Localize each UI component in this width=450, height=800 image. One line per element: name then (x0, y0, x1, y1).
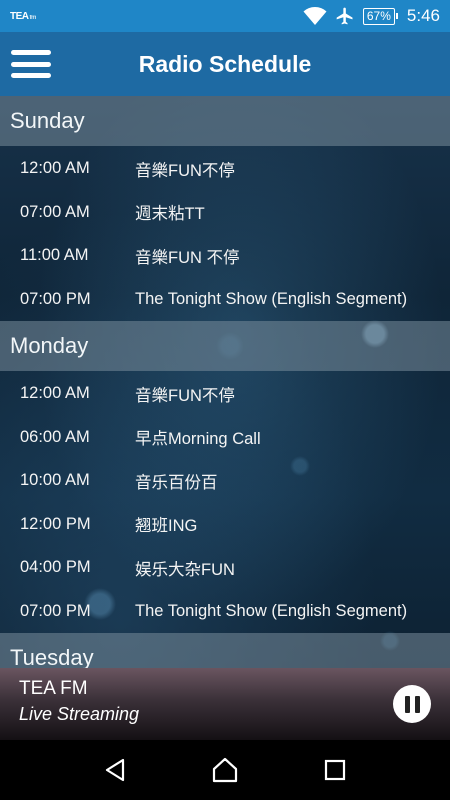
show-name: 音乐百份百 (135, 473, 218, 492)
wifi-icon (303, 6, 327, 26)
recents-button[interactable] (310, 745, 360, 795)
show-name: 週末粘TT (135, 205, 205, 224)
show-name: The Tonight Show (English Segment) (135, 289, 408, 308)
status-bar: TEAfm 67% 5:46 (0, 0, 450, 32)
show-time: 04:00 PM (20, 558, 91, 577)
schedule-list[interactable]: Sunday 12:00 AM 音樂FUN不停 07:00 AM 週末粘TT 1… (0, 96, 450, 668)
app-bar: Radio Schedule (0, 32, 450, 96)
show-row[interactable]: 07:00 PM The Tonight Show (English Segme… (0, 278, 450, 322)
show-name: 音樂FUN 不停 (135, 248, 240, 267)
show-name: 音樂FUN不停 (135, 161, 235, 180)
show-row[interactable]: 07:00 PM The Tonight Show (English Segme… (0, 590, 450, 634)
day-header: Tuesday (0, 633, 450, 668)
show-time: 12:00 AM (20, 384, 90, 403)
show-time: 07:00 AM (20, 202, 90, 221)
show-time: 12:00 PM (20, 514, 91, 533)
show-row[interactable]: 04:00 PM 娱乐大杂FUN (0, 546, 450, 590)
show-name: 翘班ING (135, 517, 198, 536)
app-notification-icon: TEAfm (10, 11, 36, 22)
status-icons: 67% 5:46 (303, 6, 440, 26)
back-triangle-icon (105, 758, 125, 782)
show-time: 11:00 AM (20, 246, 89, 265)
show-time: 06:00 AM (20, 427, 90, 446)
stream-status: Live Streaming (19, 704, 140, 724)
show-row[interactable]: 07:00 AM 週末粘TT (0, 191, 450, 235)
menu-button[interactable] (0, 32, 62, 96)
pause-icon (404, 695, 410, 713)
show-name: The Tonight Show (English Segment) (135, 601, 408, 620)
pause-button[interactable] (393, 685, 431, 723)
home-icon (212, 757, 238, 783)
show-row[interactable]: 12:00 AM 音樂FUN不停 (0, 147, 450, 191)
show-row[interactable]: 12:00 PM 翘班ING (0, 503, 450, 547)
hamburger-menu-icon (11, 50, 51, 78)
show-time: 07:00 PM (20, 289, 91, 308)
station-name: TEA FM (19, 678, 88, 699)
show-name: 音樂FUN不停 (135, 386, 235, 405)
page-title: Radio Schedule (138, 50, 312, 77)
recents-square-icon (324, 759, 346, 781)
day-header: Sunday (0, 96, 450, 146)
show-name: 娱乐大杂FUN (135, 560, 235, 579)
now-playing-bar[interactable]: TEA FM Live Streaming (0, 668, 450, 740)
battery-indicator: 67% (362, 7, 398, 25)
day-header: Monday (0, 321, 450, 371)
show-time: 10:00 AM (20, 471, 90, 490)
airplane-mode-icon (335, 6, 355, 26)
show-row[interactable]: 10:00 AM 音乐百份百 (0, 459, 450, 503)
home-button[interactable] (200, 745, 250, 795)
system-nav-bar (0, 740, 450, 800)
status-time: 5:46 (406, 6, 440, 25)
back-button[interactable] (90, 745, 140, 795)
day-section-sunday: Sunday 12:00 AM 音樂FUN不停 07:00 AM 週末粘TT 1… (0, 96, 450, 321)
day-section-tuesday: Tuesday (0, 633, 450, 668)
show-row[interactable]: 12:00 AM 音樂FUN不停 (0, 372, 450, 416)
app-notification-label: TEA (10, 10, 29, 22)
show-row[interactable]: 11:00 AM 音樂FUN 不停 (0, 234, 450, 278)
show-name: 早点Morning Call (135, 430, 261, 449)
show-time: 12:00 AM (20, 159, 90, 178)
show-row[interactable]: 06:00 AM 早点Morning Call (0, 416, 450, 460)
day-section-monday: Monday 12:00 AM 音樂FUN不停 06:00 AM 早点Morni… (0, 321, 450, 633)
show-time: 07:00 PM (20, 601, 91, 620)
app-notification-suffix: fm (29, 14, 37, 21)
